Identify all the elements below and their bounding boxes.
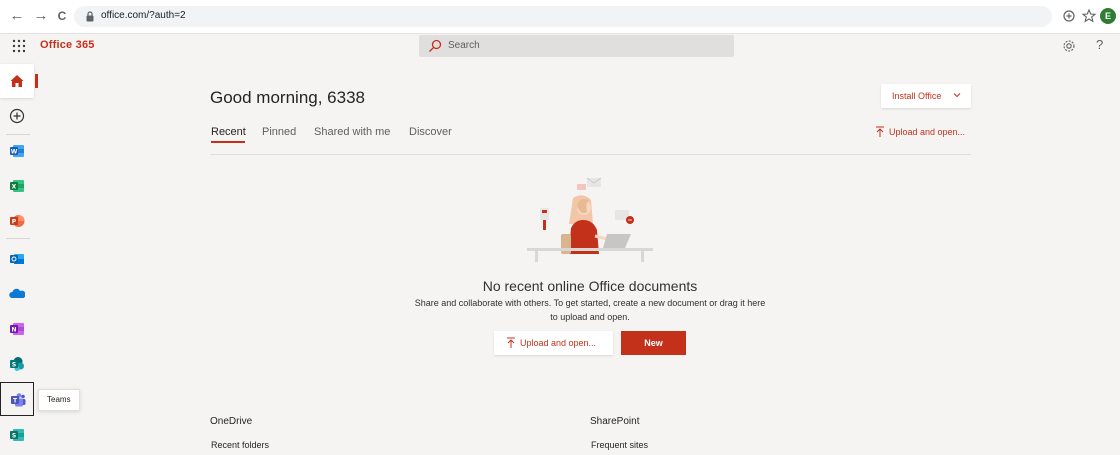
excel-icon: X [10,180,24,192]
sharepoint-icon: S [10,357,24,371]
rail-item-outlook[interactable] [0,242,34,276]
lock-icon [86,11,94,22]
add-circle-icon [9,108,25,124]
sway-icon: S [10,429,24,441]
tab-recent[interactable]: Recent [211,126,246,138]
frequent-sites-heading: Frequent sites [591,440,649,450]
upload-and-open-button-label: Upload and open... [520,338,597,348]
star-icon[interactable] [1081,8,1097,24]
sharepoint-section-title: SharePoint [590,416,640,427]
onedrive-section-title: OneDrive [210,416,253,427]
gear-icon[interactable] [1062,39,1076,53]
back-icon[interactable]: ← [8,7,26,25]
new-document-button[interactable]: New [621,331,686,355]
empty-state-title: No recent online Office documents [482,278,698,294]
rail-divider [6,238,30,239]
svg-text:S: S [12,362,16,369]
recent-folders-heading: Recent folders [211,440,270,450]
search-box[interactable]: Search [419,35,734,57]
office-header: Office 365 Search ? [0,34,1120,60]
tab-selected-indicator [211,141,245,143]
install-office-label: Install Office [892,91,942,101]
rail-item-sharepoint[interactable]: S [0,347,34,381]
rail-item-word[interactable]: W [0,134,34,168]
empty-state-description: Share and collaborate with others. To ge… [414,298,766,308]
rail-item-onenote[interactable]: N [0,312,34,346]
svg-text:X: X [12,184,17,191]
tab-discover[interactable]: Discover [409,126,452,138]
rail-item-powerpoint[interactable]: P [0,204,34,238]
empty-state-description-cont: to upload and open. [550,312,630,322]
svg-text:W: W [11,149,18,156]
forward-icon[interactable]: → [32,7,50,25]
page-title: Good morning, 6338 [210,88,365,107]
svg-text:S: S [12,433,16,440]
add-icon[interactable] [1061,8,1077,24]
rail-item-excel[interactable]: X [0,169,34,203]
app-launcher-icon[interactable] [12,39,26,53]
outlook-icon [10,254,24,264]
app-rail: W X P N S T S [0,60,38,455]
word-icon: W [10,145,24,157]
svg-text:P: P [12,219,17,226]
tab-shared-with-me[interactable]: Shared with me [314,126,390,138]
url-text: office.com/?auth=2 [101,10,186,21]
onenote-icon: N [10,323,24,335]
home-icon [10,75,24,87]
rail-item-teams[interactable]: T [0,382,34,416]
upload-and-open-label: Upload and open... [889,127,966,137]
teams-icon: T [11,393,26,407]
search-icon [429,39,442,52]
svg-text:N: N [11,327,16,334]
tabs-divider [210,154,971,155]
upload-and-open-button[interactable]: Upload and open... [494,331,613,355]
rail-item-onedrive[interactable] [0,277,34,311]
search-placeholder: Search [448,40,480,51]
onedrive-icon [9,288,25,298]
upload-icon [507,337,515,348]
powerpoint-icon: P [10,215,25,227]
rail-item-home[interactable] [0,64,38,98]
help-icon[interactable]: ? [1096,37,1103,52]
tab-pinned[interactable]: Pinned [262,126,296,138]
rail-item-sway[interactable]: S [0,418,34,452]
profile-avatar[interactable]: E [1100,8,1116,24]
install-office-button[interactable]: Install Office [881,84,971,108]
reload-icon[interactable]: C [53,7,71,25]
empty-state-illustration [527,177,653,262]
rail-tooltip: Teams [38,389,80,411]
address-bar[interactable]: office.com/?auth=2 [74,6,1052,27]
browser-toolbar: ← → C office.com/?auth=2 E [0,0,1120,34]
brand-title[interactable]: Office 365 [40,39,95,51]
rail-item-create[interactable] [0,99,34,133]
upload-icon [876,126,884,137]
chevron-down-icon [953,93,961,98]
